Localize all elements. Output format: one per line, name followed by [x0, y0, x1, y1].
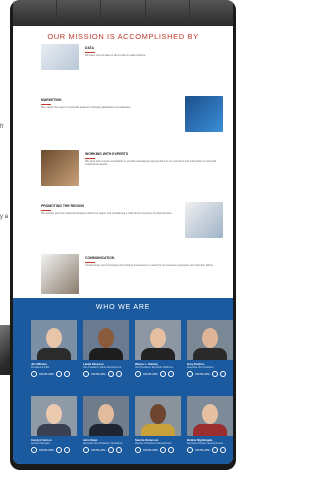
member-phone[interactable]: 336.681.2660 [195, 449, 210, 452]
section-text: Continuously communicating with existing… [85, 264, 214, 267]
section-text: We work with experts consultants to prov… [85, 160, 217, 167]
phone-icon [83, 447, 89, 453]
vcard-icon[interactable] [219, 371, 226, 377]
email-icon[interactable] [211, 371, 218, 377]
experts-image [41, 150, 79, 186]
member-role: Vice President, Economic Platforms [135, 366, 173, 369]
member-phone[interactable]: 336.681.2653 [195, 373, 210, 376]
vcard-icon[interactable] [63, 447, 70, 453]
member-role: Account Manager [31, 442, 50, 445]
section-heading: PROMOTING THE REGION [41, 204, 84, 208]
phone-icon [135, 447, 141, 453]
member-phone[interactable]: 336.681.2658 [143, 449, 158, 452]
member-phone[interactable]: 336.681.2654 [91, 373, 106, 376]
promoting-image [185, 202, 223, 238]
member-role: Executive Director, Economic Dev. [187, 442, 224, 445]
member-phone[interactable]: 336.681.2680 [39, 373, 54, 376]
email-icon[interactable] [107, 447, 114, 453]
mission-title: OUR MISSION IS ACCOMPLISHED BY [47, 32, 199, 41]
team-member[interactable]: Bobbie Nightingale Executive Director, E… [187, 396, 233, 453]
email-icon[interactable] [159, 371, 166, 377]
data-image [41, 44, 79, 70]
vcard-icon[interactable] [167, 371, 174, 377]
team-member[interactable]: Carolyn Vernon Account Manager 336.681.2… [31, 396, 77, 453]
section-heading: MARKETING [41, 98, 62, 102]
background-text-fragment: y a [0, 214, 9, 220]
team-member[interactable]: John Dean Executive Vice President, Oper… [83, 396, 129, 453]
tablet-screen[interactable]: OUR MISSION IS ACCOMPLISHED BY DATA We k… [13, 0, 233, 464]
section-heading: COMMUNICATION [85, 256, 115, 260]
phone-icon [135, 371, 141, 377]
section-text: We market the region to potential audien… [41, 106, 131, 109]
email-icon[interactable] [159, 447, 166, 453]
section-text: We actively promote industrial locations… [41, 212, 173, 215]
email-icon[interactable] [55, 371, 62, 377]
phone-icon [31, 447, 37, 453]
email-icon[interactable] [211, 447, 218, 453]
member-phone[interactable]: 336.681.2651 [91, 449, 106, 452]
phone-icon [187, 371, 193, 377]
email-icon[interactable] [107, 371, 114, 377]
team-member[interactable]: Wayne L. Stanley Vice President, Economi… [135, 320, 181, 377]
marketing-image [185, 96, 223, 132]
tablet-device: OUR MISSION IS ACCOMPLISHED BY DATA We k… [10, 0, 236, 470]
team-section: WHO WE ARE Jim Dillman President & CEO 3… [13, 298, 233, 464]
member-role: Director of Business Development [135, 442, 172, 445]
section-text: We keep current data on all Contact in-s… [85, 54, 147, 57]
vcard-icon[interactable] [167, 447, 174, 453]
member-role: Executive Vice President, Operations [83, 442, 123, 445]
vcard-icon[interactable] [115, 371, 122, 377]
phone-icon [31, 371, 37, 377]
member-role: Executive Vice President [187, 366, 214, 369]
phone-icon [187, 447, 193, 453]
mission-section-communication: COMMUNICATION Continuously communicating… [85, 256, 225, 267]
member-role: Vice President, Admin Development [83, 366, 122, 369]
background-text-fragment: fr [0, 124, 4, 130]
section-heading: DATA [85, 46, 94, 50]
vcard-icon[interactable] [115, 447, 122, 453]
team-title: WHO WE ARE [95, 304, 151, 311]
mission-section-marketing: MARKETING We market the region to potent… [41, 98, 181, 109]
phone-icon [83, 371, 89, 377]
team-member[interactable]: Sandra Roberson Director of Business Dev… [135, 396, 181, 453]
vcard-icon[interactable] [219, 447, 226, 453]
member-phone[interactable]: 336.681.2659 [39, 449, 54, 452]
section-heading: WORKING WITH EXPERTS [85, 152, 129, 156]
mission-section-promoting: PROMOTING THE REGION We actively promote… [41, 204, 181, 215]
team-member[interactable]: Gary Perkins Executive Vice President 33… [187, 320, 233, 377]
mission-section-data: DATA We keep current data on all Contact… [85, 46, 225, 57]
mission-section-experts: WORKING WITH EXPERTS We work with expert… [85, 152, 225, 167]
member-phone[interactable]: 336.681.2651 [143, 373, 158, 376]
team-member[interactable]: Lakita Simpson Vice President, Admin Dev… [83, 320, 129, 377]
communication-image [41, 254, 79, 294]
vcard-icon[interactable] [63, 371, 70, 377]
email-icon[interactable] [55, 447, 62, 453]
header-photo-strip [13, 0, 233, 26]
member-role: President & CEO [31, 366, 50, 369]
team-member[interactable]: Jim Dillman President & CEO 336.681.2680 [31, 320, 77, 377]
